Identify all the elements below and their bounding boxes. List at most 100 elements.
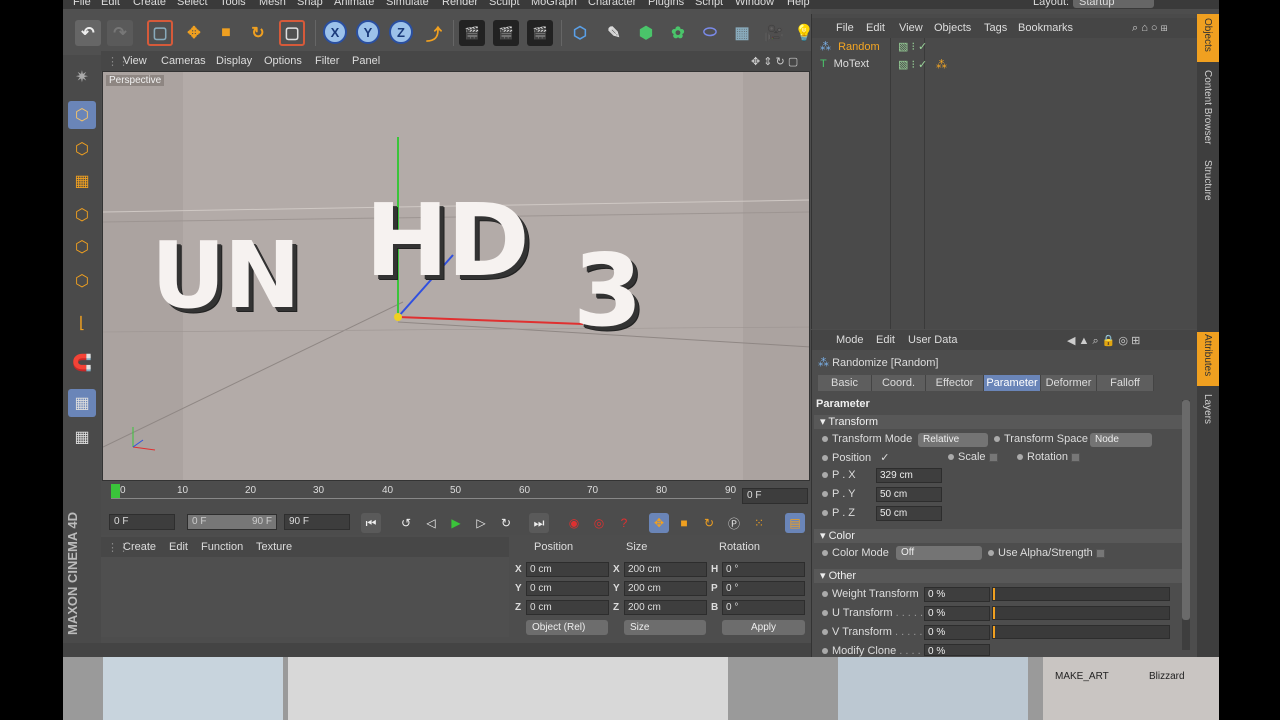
color-mode-dropdown[interactable]: Off bbox=[896, 546, 982, 560]
position-x-field[interactable]: 0 cm bbox=[526, 562, 609, 577]
apply-button[interactable]: Apply bbox=[722, 620, 805, 635]
undo-icon[interactable]: ↶ bbox=[75, 20, 101, 46]
slider-handle[interactable] bbox=[993, 607, 995, 619]
objects-toolbar-icons[interactable]: ⌕ ⌂ ○ ⊞ bbox=[1132, 22, 1168, 35]
rotation-checkbox[interactable] bbox=[1071, 452, 1081, 462]
color-section-header[interactable]: ▾ Color bbox=[814, 529, 1182, 543]
menu-snap[interactable]: Snap bbox=[297, 0, 323, 8]
planar-workplane-icon[interactable]: ▦ bbox=[68, 423, 96, 451]
attr-menu-edit[interactable]: Edit bbox=[876, 334, 895, 346]
size-z-field[interactable]: 200 cm bbox=[624, 600, 707, 615]
position-checkbox[interactable]: ✓ bbox=[880, 452, 889, 464]
attr-scrollbar[interactable] bbox=[1182, 400, 1190, 650]
preview-range-slider[interactable]: 0 F 90 F bbox=[187, 514, 277, 530]
menu-edit[interactable]: Edit bbox=[101, 0, 120, 8]
objects-menu-tags[interactable]: Tags bbox=[984, 22, 1007, 34]
menu-mesh[interactable]: Mesh bbox=[259, 0, 286, 8]
rotation-b-field[interactable]: 0 ° bbox=[722, 600, 805, 615]
record-point-level-icon[interactable]: ⁙ bbox=[749, 513, 769, 533]
object-visibility-toggles[interactable]: ▧ ⁝ ✓ bbox=[898, 40, 958, 53]
tab-parameter[interactable]: Parameter bbox=[984, 375, 1041, 391]
y-axis-button[interactable]: Y bbox=[356, 20, 380, 44]
rotate-icon[interactable]: ↻ bbox=[245, 20, 271, 46]
go-to-start-icon[interactable]: ⏮ bbox=[361, 513, 381, 533]
coord-mode-dropdown[interactable]: Object (Rel) bbox=[526, 620, 608, 635]
attr-scrollbar-thumb[interactable] bbox=[1182, 400, 1190, 620]
side-tab-content-browser[interactable]: Content Browser bbox=[1202, 70, 1213, 144]
end-frame-field[interactable]: 90 F bbox=[284, 514, 350, 530]
text-object-hd[interactable]: HD bbox=[365, 182, 530, 299]
objects-menu-edit[interactable]: Edit bbox=[866, 22, 885, 34]
object-name[interactable]: MoText bbox=[834, 58, 869, 70]
menu-mograph[interactable]: MoGraph bbox=[531, 0, 577, 8]
coordinate-system-icon[interactable]: ⤴ bbox=[421, 20, 447, 46]
size-y-field[interactable]: 200 cm bbox=[624, 581, 707, 596]
array-icon[interactable]: ✿ bbox=[665, 20, 691, 46]
material-menu-create[interactable]: Create bbox=[123, 541, 156, 553]
menu-file[interactable]: File bbox=[73, 0, 91, 8]
menu-character[interactable]: Character bbox=[588, 0, 636, 8]
objects-menu-bookmarks[interactable]: Bookmarks bbox=[1018, 22, 1073, 34]
slider-handle[interactable] bbox=[993, 588, 995, 600]
tab-deformer[interactable]: Deformer bbox=[1041, 375, 1097, 391]
menu-tools[interactable]: Tools bbox=[220, 0, 246, 8]
viewport-menu-options[interactable]: Options bbox=[264, 55, 302, 67]
play-icon[interactable]: ▶ bbox=[446, 513, 466, 533]
model-mode-icon[interactable]: ⬡ bbox=[68, 101, 96, 129]
viewport-menu-display[interactable]: Display bbox=[216, 55, 252, 67]
render-picture-viewer-icon[interactable]: 🎬 bbox=[493, 20, 519, 46]
redo-icon[interactable]: ↷ bbox=[107, 20, 133, 46]
objects-menu-objects[interactable]: Objects bbox=[934, 22, 971, 34]
workplane-icon[interactable]: ▦ bbox=[68, 167, 96, 195]
menu-plugins[interactable]: Plugins bbox=[648, 0, 684, 8]
pz-input[interactable]: 50 cm bbox=[876, 506, 942, 521]
size-x-field[interactable]: 200 cm bbox=[624, 562, 707, 577]
effector-tag-icon[interactable]: ⁂ bbox=[936, 58, 947, 71]
transform-mode-dropdown[interactable]: Relative bbox=[918, 433, 988, 447]
other-section-header[interactable]: ▾ Other bbox=[814, 569, 1182, 583]
tab-coord[interactable]: Coord. bbox=[872, 375, 926, 391]
use-alpha-checkbox[interactable] bbox=[1095, 548, 1105, 558]
side-tab-objects[interactable]: Objects bbox=[1202, 18, 1213, 52]
tab-falloff[interactable]: Falloff bbox=[1097, 375, 1154, 391]
objects-menu-view[interactable]: View bbox=[899, 22, 923, 34]
weight-transform-slider[interactable] bbox=[992, 587, 1170, 601]
polygons-mode-icon[interactable]: ⬡ bbox=[68, 267, 96, 295]
timeline-playhead[interactable] bbox=[111, 484, 120, 498]
points-mode-icon[interactable]: ⬡ bbox=[68, 201, 96, 229]
menu-help[interactable]: Help bbox=[787, 0, 810, 8]
side-tab-layers[interactable]: Layers bbox=[1202, 394, 1213, 424]
objects-menu-file[interactable]: File bbox=[836, 22, 854, 34]
snap-icon[interactable]: 🧲 bbox=[68, 349, 96, 377]
texture-mode-icon[interactable]: ⬡ bbox=[68, 135, 96, 163]
rotation-p-field[interactable]: 0 ° bbox=[722, 581, 805, 596]
viewport-navigation-icons[interactable]: ✥ ⇕ ↻ ▢ bbox=[751, 55, 798, 68]
menu-create[interactable]: Create bbox=[133, 0, 166, 8]
subdivision-icon[interactable]: ⬢ bbox=[633, 20, 659, 46]
keyframe-selection-icon[interactable]: ? bbox=[614, 513, 634, 533]
py-input[interactable]: 50 cm bbox=[876, 487, 942, 502]
make-editable-icon[interactable]: ✷ bbox=[68, 63, 96, 91]
text-object-3[interactable]: 3 bbox=[573, 232, 643, 349]
material-menu-texture[interactable]: Texture bbox=[256, 541, 292, 553]
x-axis-button[interactable]: X bbox=[323, 20, 347, 44]
transform-section-header[interactable]: ▾ Transform bbox=[814, 415, 1182, 429]
rotation-h-field[interactable]: 0 ° bbox=[722, 562, 805, 577]
scale-checkbox[interactable] bbox=[988, 452, 998, 462]
z-axis-button[interactable]: Z bbox=[389, 20, 413, 44]
u-transform-slider[interactable] bbox=[992, 606, 1170, 620]
timeline-ruler[interactable]: 0 10 20 30 40 50 60 70 80 90 0 F bbox=[101, 482, 811, 510]
side-tab-attributes[interactable]: Attributes bbox=[1202, 334, 1213, 376]
viewport-menu-panel[interactable]: Panel bbox=[352, 55, 380, 67]
menu-select[interactable]: Select bbox=[177, 0, 208, 8]
attr-menu-user-data[interactable]: User Data bbox=[908, 334, 958, 346]
live-selection-icon[interactable]: ▢ bbox=[147, 20, 173, 46]
tab-effector[interactable]: Effector bbox=[926, 375, 984, 391]
attr-navigation-icons[interactable]: ◀ ▲ ⌕ 🔒 ◎ ⊞ bbox=[1067, 334, 1140, 348]
object-visibility-toggles[interactable]: ▧ ⁝ ✓ bbox=[898, 58, 958, 71]
axis-mode-icon[interactable]: ⌊ bbox=[68, 309, 96, 337]
record-active-icon[interactable]: ◉ bbox=[564, 513, 584, 533]
menu-render[interactable]: Render bbox=[442, 0, 478, 8]
record-parameter-icon[interactable]: Ⓟ bbox=[724, 513, 744, 533]
object-row-random[interactable]: ⁂ Random ▧ ⁝ ✓ bbox=[820, 40, 927, 57]
